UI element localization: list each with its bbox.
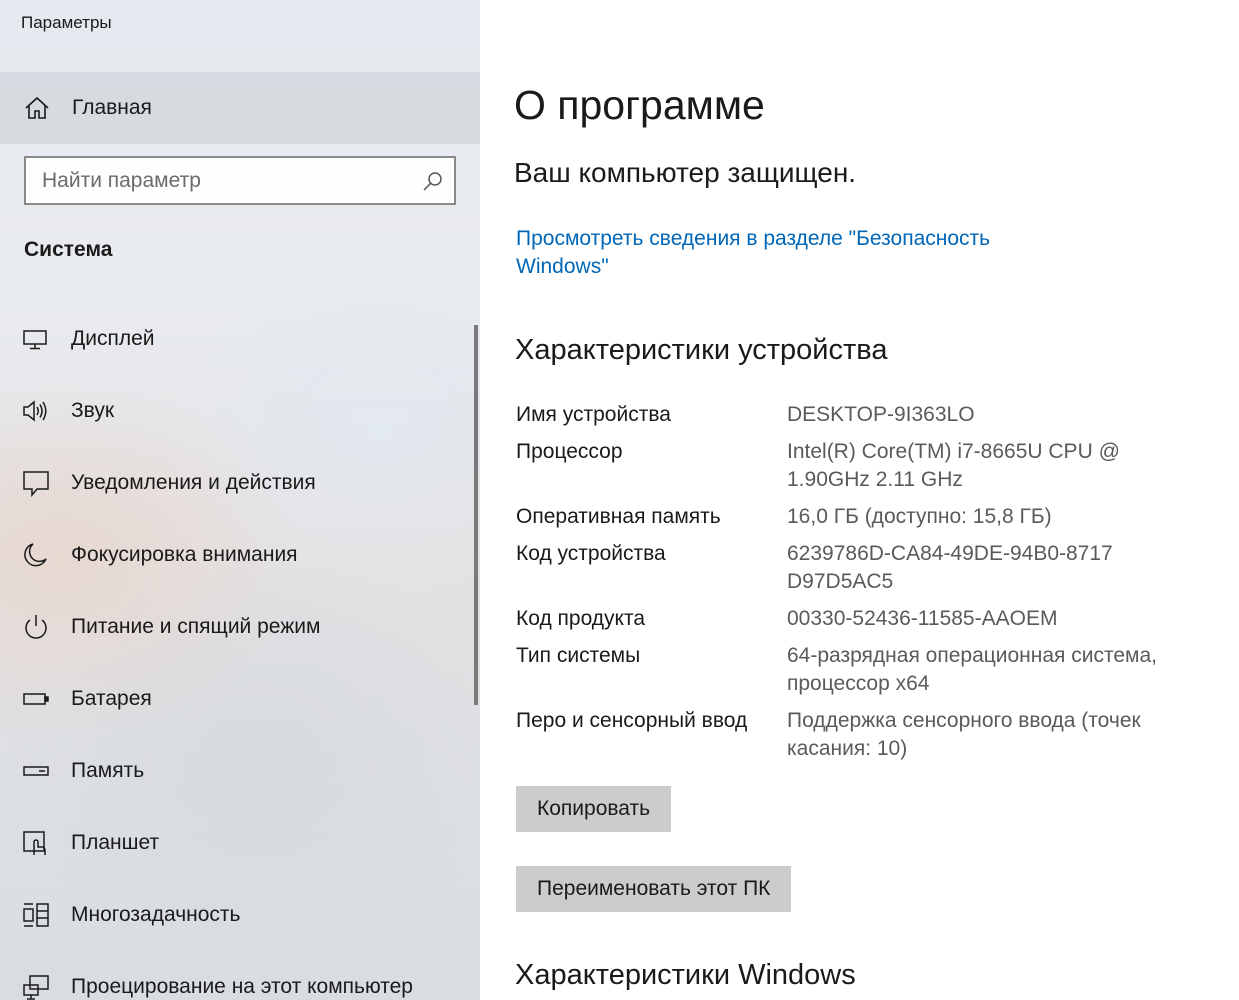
home-icon xyxy=(24,96,50,120)
sidebar-home[interactable]: Главная xyxy=(0,72,480,144)
display-icon xyxy=(22,325,50,353)
spec-label-product-id: Код продукта xyxy=(516,607,646,630)
security-details-link[interactable]: Просмотреть сведения в разделе "Безопасн… xyxy=(516,225,1036,281)
spec-value-device-name: DESKTOP-9I363LO xyxy=(787,403,975,426)
sidebar-item-label: Батарея xyxy=(71,687,152,710)
search-box xyxy=(24,156,456,205)
sidebar-item-label: Планшет xyxy=(71,831,160,854)
sidebar-item-label: Дисплей xyxy=(71,327,155,350)
search-input[interactable] xyxy=(26,158,412,203)
sidebar-home-label: Главная xyxy=(72,96,152,119)
sidebar-item-storage[interactable]: Память xyxy=(0,735,470,807)
security-link-line-1: Просмотреть сведения в разделе "Безопасн… xyxy=(516,227,991,250)
rename-pc-button[interactable]: Переименовать этот ПК xyxy=(516,866,792,912)
device-specs-heading: Характеристики устройства xyxy=(515,334,888,366)
spec-label-processor: Процессор xyxy=(516,440,623,463)
storage-icon xyxy=(22,757,50,785)
tablet-icon xyxy=(22,829,50,857)
spec-label-device-name: Имя устройства xyxy=(516,403,671,426)
spec-label-pen-touch: Перо и сенсорный ввод xyxy=(516,709,748,732)
spec-value-ram: 16,0 ГБ (доступно: 15,8 ГБ) xyxy=(787,505,1052,528)
protection-status: Ваш компьютер защищен. xyxy=(514,157,857,188)
sidebar-item-label: Фокусировка внимания xyxy=(71,543,298,566)
notification-icon xyxy=(22,469,50,498)
spec-value-pen-touch: Поддержка сенсорного ввода (точек касани… xyxy=(787,709,1141,760)
sidebar-item-battery[interactable]: Батарея xyxy=(0,663,470,735)
windows-specs-heading: Характеристики Windows xyxy=(515,959,856,991)
sidebar-item-label: Проецирование на этот компьютер xyxy=(71,975,413,998)
speaker-icon xyxy=(22,397,50,425)
sidebar-item-display[interactable]: Дисплей xyxy=(0,303,470,375)
power-icon xyxy=(22,613,50,641)
spec-value-product-id: 00330-52436-11585-AAOEM xyxy=(787,607,1058,630)
sidebar-item-focus-assist[interactable]: Фокусировка внимания xyxy=(0,519,470,591)
settings-window: Параметры Главная Система xyxy=(0,0,1239,1000)
spec-label-device-id: Код устройства xyxy=(516,542,666,565)
sidebar-item-notifications[interactable]: Уведомления и действия xyxy=(0,447,470,519)
copy-button[interactable]: Копировать xyxy=(516,786,672,832)
spec-label-ram: Оперативная память xyxy=(516,505,721,528)
app-title: Параметры xyxy=(21,13,112,32)
sidebar-item-label: Питание и спящий режим xyxy=(71,615,321,638)
sidebar-item-projecting[interactable]: Проецирование на этот компьютер xyxy=(0,951,470,1000)
spec-value-system-type: 64-разрядная операционная система, проце… xyxy=(787,644,1158,695)
sidebar-item-label: Звук xyxy=(71,399,115,422)
sidebar-item-label: Уведомления и действия xyxy=(71,471,316,494)
sidebar-item-power[interactable]: Питание и спящий режим xyxy=(0,591,470,663)
security-link-line-2: Windows" xyxy=(516,255,609,278)
projecting-icon xyxy=(22,973,50,1000)
section-title: Система xyxy=(24,238,113,261)
sidebar-item-multitasking[interactable]: Многозадачность xyxy=(0,879,470,951)
moon-icon xyxy=(22,541,50,569)
sidebar-item-label: Многозадачность xyxy=(71,903,241,926)
sidebar-item-tablet[interactable]: Планшет xyxy=(0,807,470,879)
page-title: О программе xyxy=(514,82,765,128)
spec-value-device-id: 6239786D-CA84-49DE-94B0-8717D97D5AC5 xyxy=(787,542,1113,593)
sidebar-item-sound[interactable]: Звук xyxy=(0,375,470,447)
main-content: О программе Ваш компьютер защищен. Просм… xyxy=(480,0,1239,1000)
sidebar-item-label: Память xyxy=(71,759,145,782)
sidebar: Параметры Главная Система xyxy=(0,0,480,1000)
sidebar-scrollbar[interactable] xyxy=(474,325,478,705)
multitasking-icon xyxy=(22,901,50,929)
battery-icon xyxy=(22,685,50,713)
search-icon[interactable] xyxy=(422,170,444,192)
spec-label-system-type: Тип системы xyxy=(516,644,641,667)
spec-value-processor: Intel(R) Core(TM) i7-8665U CPU @ 1.90GHz… xyxy=(787,440,1120,491)
